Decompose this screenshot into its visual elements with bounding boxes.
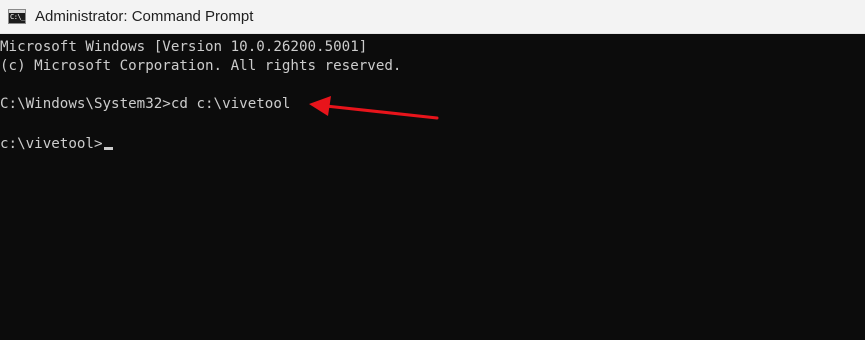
console-line-cd-command: C:\Windows\System32>cd c:\vivetool — [0, 96, 291, 112]
console-line-prompt[interactable]: c:\vivetool> — [0, 133, 113, 155]
title-bar[interactable]: C:\_ Administrator: Command Prompt — [0, 0, 865, 34]
window-title: Administrator: Command Prompt — [35, 8, 254, 25]
command-prompt-window: C:\_ Administrator: Command Prompt Micro… — [0, 0, 865, 340]
text-cursor — [103, 147, 113, 150]
console-output[interactable]: Microsoft Windows [Version 10.0.26200.50… — [0, 34, 865, 340]
console-line-copyright: (c) Microsoft Corporation. All rights re… — [0, 58, 402, 74]
icon-glyph: C:\_ — [10, 13, 25, 21]
command-prompt-icon[interactable]: C:\_ — [8, 9, 26, 24]
prompt-text: c:\vivetool> — [0, 136, 103, 152]
